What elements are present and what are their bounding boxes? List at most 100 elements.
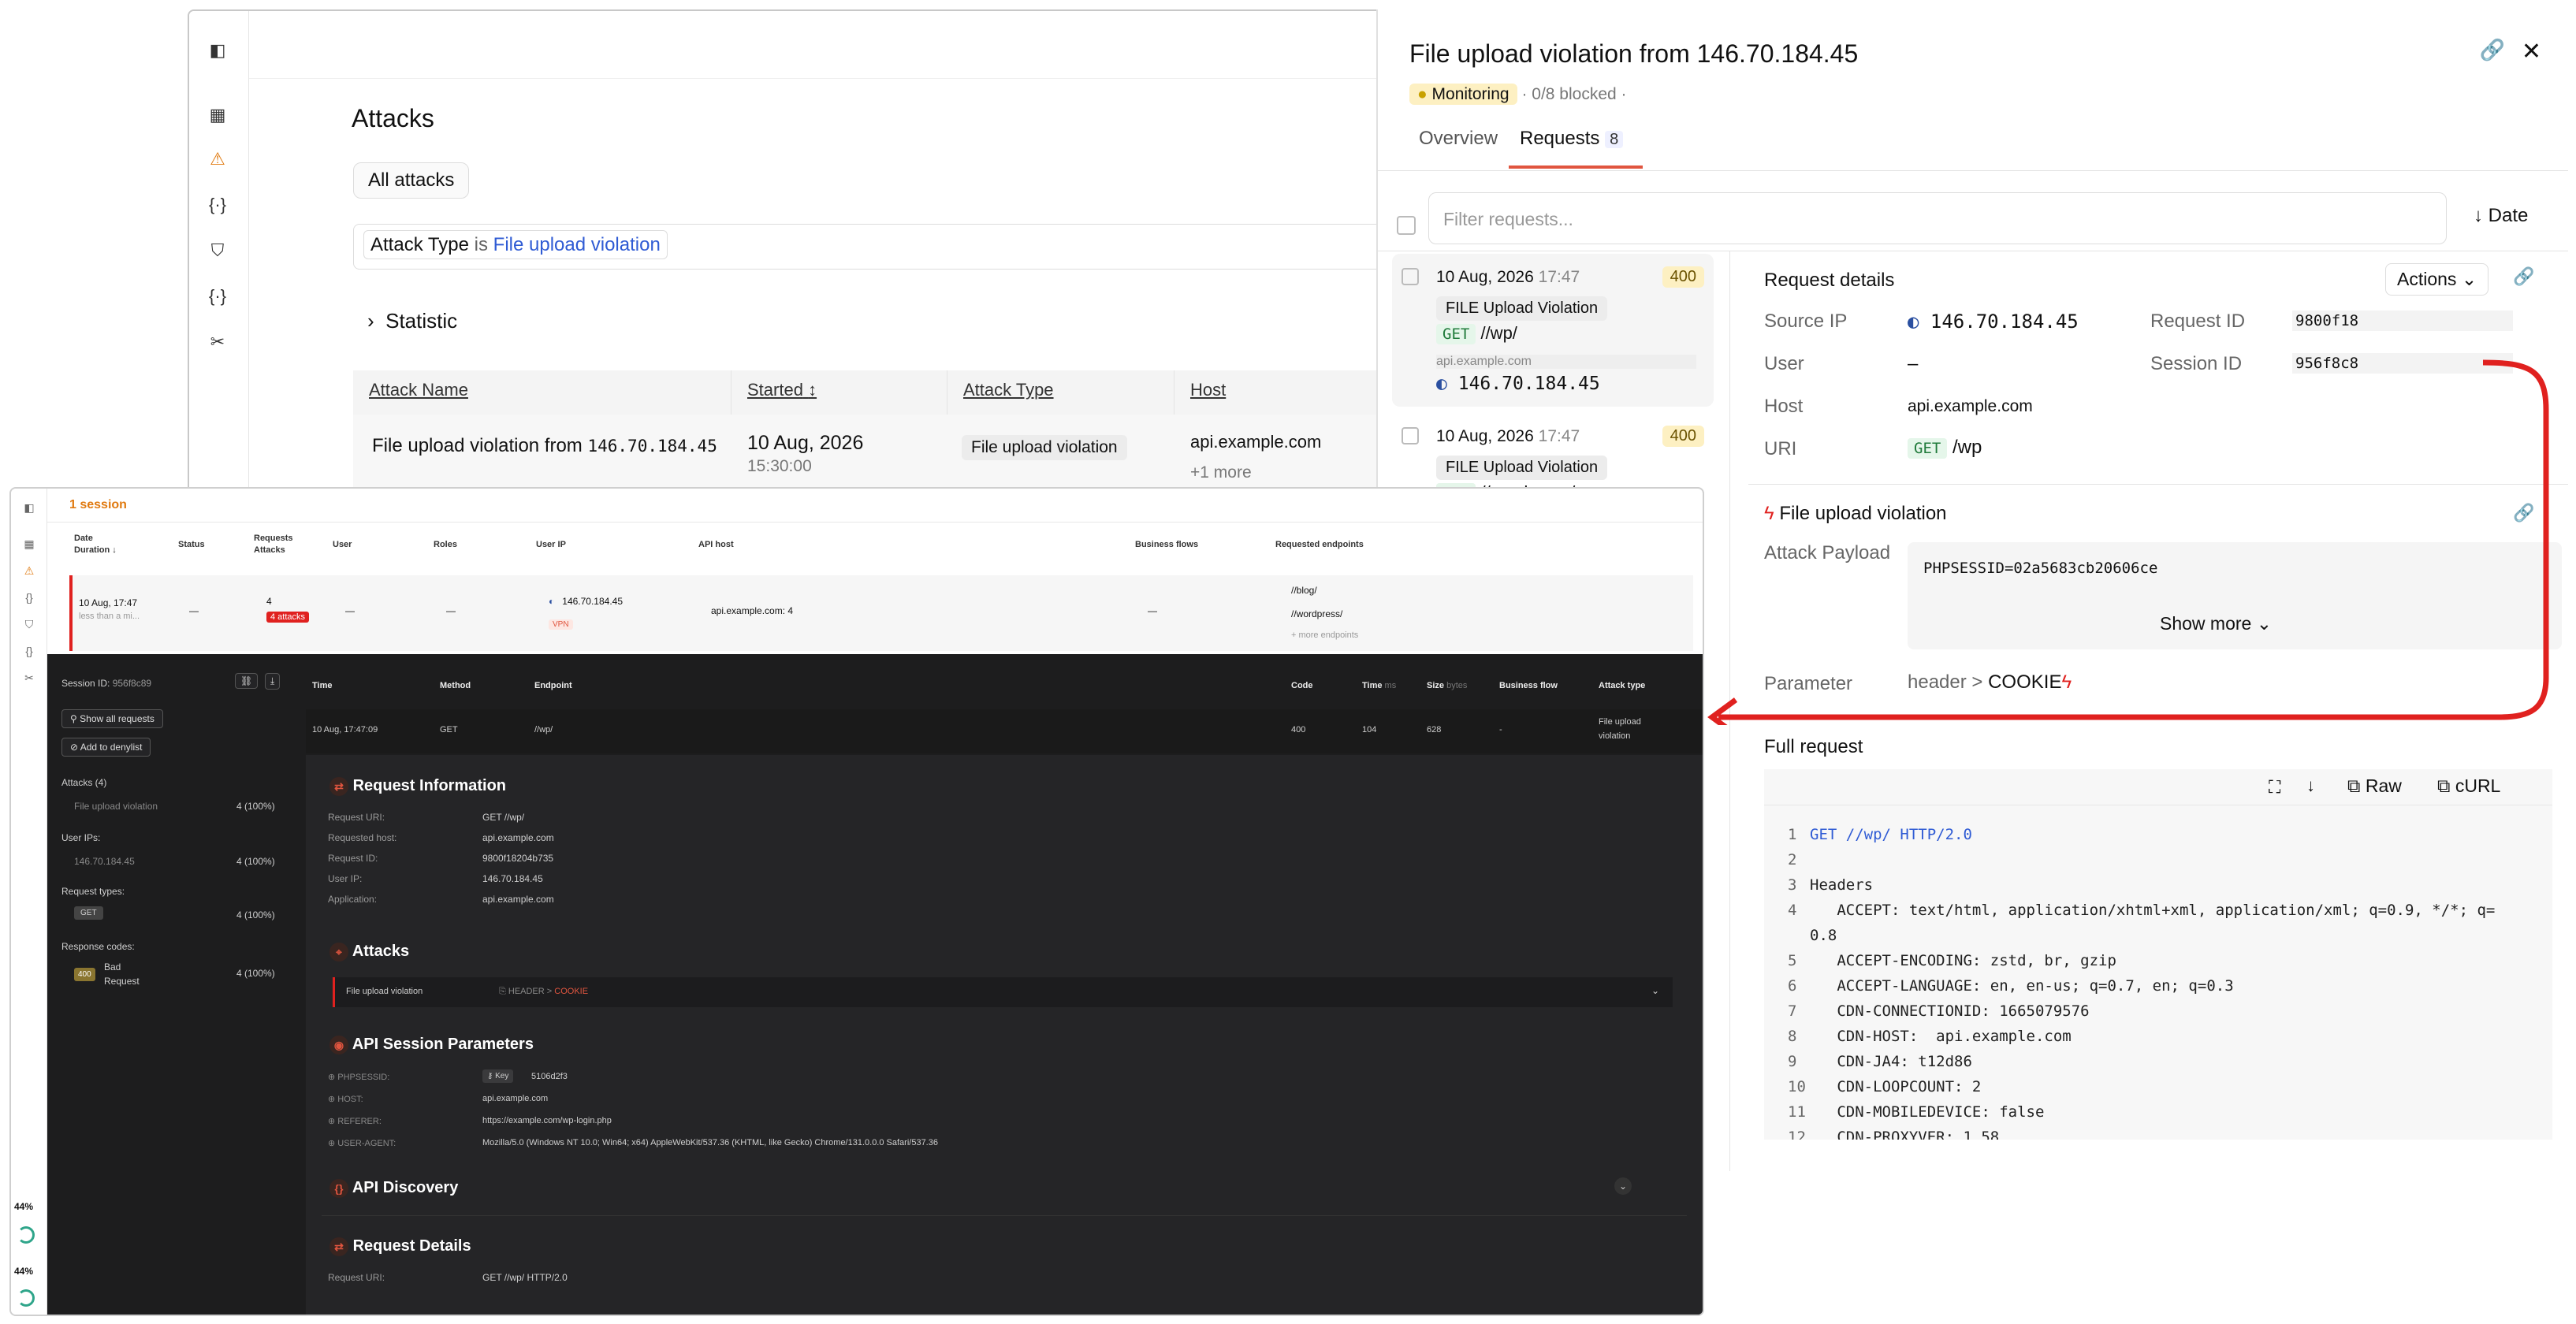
tab-requests-label: Requests — [1520, 128, 1600, 149]
type-badge[interactable]: GET — [74, 906, 103, 920]
col-date[interactable]: Date Duration ↓ — [74, 533, 117, 556]
sidebar-toggle-icon[interactable]: ◧ — [205, 38, 230, 63]
connector-arrow — [1707, 359, 2549, 725]
more-endpoints-link[interactable]: + more endpoints — [1291, 630, 1358, 640]
add-to-denylist-button[interactable]: ⊘ Add to denylist — [61, 738, 151, 757]
attack-item[interactable]: File upload violation — [74, 801, 158, 812]
chevron-down-icon[interactable]: ⌄ — [1614, 1177, 1632, 1195]
row-ip-text: 146.70.184.45 — [562, 596, 624, 607]
session-row[interactable]: 10 Aug, 17:47 less than a mi... — 4 4 at… — [69, 575, 1693, 651]
api-discovery-icon[interactable]: {·} — [205, 284, 230, 309]
tab-requests[interactable]: Requests 8 — [1520, 128, 1624, 150]
filter-requests-input[interactable]: Filter requests... — [1428, 192, 2447, 244]
req-time: 10 Aug, 17:47:09 — [312, 725, 378, 735]
filter-chip[interactable]: Attack Type is File upload violation — [363, 230, 668, 259]
link-icon[interactable]: 🔗 — [2480, 38, 2505, 62]
col-api-host[interactable]: API host — [698, 539, 734, 551]
row-host: api.example.com — [1190, 432, 1322, 452]
tools-icon[interactable]: ✂ — [19, 671, 39, 687]
close-icon[interactable]: ✕ — [2522, 38, 2541, 65]
col-business-flows[interactable]: Business flows — [1135, 539, 1198, 551]
progress-ring — [17, 1289, 35, 1307]
param-label[interactable]: ⊕ PHPSESSID: — [328, 1072, 389, 1082]
actions-dropdown[interactable]: Actions ⌄ — [2385, 263, 2489, 296]
code-item[interactable]: Bad — [104, 961, 121, 973]
dashboard-icon[interactable]: ▦ — [205, 102, 230, 128]
download-icon[interactable]: ↓ — [2306, 775, 2315, 796]
request-card[interactable]: 10 Aug, 2026 17:47 400 FILE Upload Viola… — [1392, 411, 1714, 504]
details-title: Request details — [1764, 270, 1895, 291]
link-icon[interactable]: ⛓ — [235, 673, 259, 689]
param-value: Mozilla/5.0 (Windows NT 10.0; Win64; x64… — [482, 1138, 938, 1147]
code-item[interactable]: Request — [104, 976, 140, 987]
session-id-value: 956f8c89 — [112, 678, 152, 689]
info-value: 9800f18204b735 — [482, 853, 554, 864]
api-discovery-icon: {} — [329, 1179, 348, 1198]
filter-field: Attack Type — [370, 234, 469, 255]
tab-all-attacks[interactable]: All attacks — [353, 162, 470, 199]
shield-icon[interactable]: ⛉ — [205, 238, 230, 263]
tab-overview[interactable]: Overview — [1419, 128, 1498, 150]
req-code: 400 — [1291, 725, 1306, 735]
api-icon[interactable]: {·} — [205, 192, 230, 218]
tools-icon[interactable]: ✂ — [205, 329, 230, 355]
col-user[interactable]: User — [333, 539, 352, 551]
col-size-unit: bytes — [1446, 681, 1468, 690]
curl-button[interactable]: ⧉ cURL — [2437, 775, 2500, 797]
attacks-warning-icon[interactable]: ⚠ — [205, 147, 230, 172]
code-line: CDN-PROXYVER: 1.58 — [1810, 1129, 2000, 1140]
link-icon[interactable]: 🔗 — [2513, 266, 2534, 287]
col-endpoint: Endpoint — [534, 681, 572, 690]
download-icon[interactable]: ⤓ — [265, 673, 281, 690]
col-attack-name[interactable]: Attack Name — [353, 370, 731, 415]
code-line: CDN-JA4: t12d86 — [1810, 1053, 1972, 1070]
request-checkbox[interactable] — [1402, 427, 1419, 444]
code-pct: 4 (100%) — [236, 968, 275, 979]
raw-button[interactable]: ⧉ Raw — [2347, 775, 2402, 797]
param-label[interactable]: ⊕ REFERER: — [328, 1116, 382, 1126]
api-icon[interactable]: {} — [19, 591, 39, 607]
types-label: Request types: — [61, 886, 125, 897]
select-all-checkbox[interactable] — [1397, 216, 1416, 235]
request-checkbox[interactable] — [1402, 268, 1419, 285]
expand-icon[interactable]: ⛶ — [2269, 777, 2280, 798]
tab-underline — [1509, 166, 1643, 169]
progress-label: 44% — [14, 1266, 34, 1277]
code-line-number: 10 — [1788, 1078, 1806, 1095]
path-cookie: COOKIE — [554, 987, 589, 996]
row-status: — — [189, 605, 199, 616]
ip-item[interactable]: 146.70.184.45 — [74, 856, 135, 867]
col-attack-type[interactable]: Attack Type — [947, 370, 1174, 415]
request-row[interactable]: 10 Aug, 17:47:09 GET //wp/ 400 104 628 -… — [306, 709, 1703, 753]
sidebar-toggle-icon[interactable]: ◧ — [19, 501, 39, 517]
row-more-hosts[interactable]: +1 more — [1190, 463, 1252, 482]
attack-row[interactable]: File upload violation ⎘ HEADER > COOKIE … — [333, 977, 1673, 1007]
param-label[interactable]: ⊕ USER-AGENT: — [328, 1138, 396, 1148]
col-endpoints[interactable]: Requested endpoints — [1275, 539, 1364, 551]
sort-date-button[interactable]: ↓ Date — [2474, 205, 2528, 227]
show-all-requests-button[interactable]: ⚲ Show all requests — [61, 709, 163, 728]
col-status[interactable]: Status — [178, 539, 205, 551]
ip-pct: 4 (100%) — [236, 856, 275, 867]
attacks-section-label: Attacks — [352, 943, 410, 960]
code-line: Headers — [1810, 876, 1874, 894]
param-label[interactable]: ⊕ HOST: — [328, 1094, 363, 1104]
request-details-title: ⇄ Request Details — [329, 1237, 471, 1256]
dashboard-icon[interactable]: ▦ — [19, 537, 39, 553]
chevron-down-icon[interactable]: ⌄ — [1651, 985, 1659, 996]
req-endpoint: //wp/ — [534, 725, 553, 735]
col-user-ip[interactable]: User IP — [536, 539, 566, 551]
statistic-toggle[interactable]: › Statistic — [367, 309, 457, 333]
progress-ring — [17, 1226, 35, 1244]
col-started[interactable]: Started ↕ — [731, 370, 947, 415]
fr-flag-icon: ◐ — [1908, 311, 1919, 333]
req-date: 10 Aug, 2026 — [1436, 427, 1534, 445]
code-line: CDN-MOBILEDEVICE: false — [1810, 1103, 2045, 1121]
request-card[interactable]: 10 Aug, 2026 17:47 400 FILE Upload Viola… — [1392, 254, 1714, 407]
col-requests[interactable]: Requests Attacks — [254, 533, 293, 556]
api-discovery-icon[interactable]: {} — [19, 645, 39, 660]
col-roles[interactable]: Roles — [434, 539, 457, 551]
attacks-warning-icon[interactable]: ⚠ — [19, 564, 39, 580]
shield-icon[interactable]: ⛉ — [19, 618, 39, 634]
ips-label: User IPs: — [61, 832, 101, 843]
